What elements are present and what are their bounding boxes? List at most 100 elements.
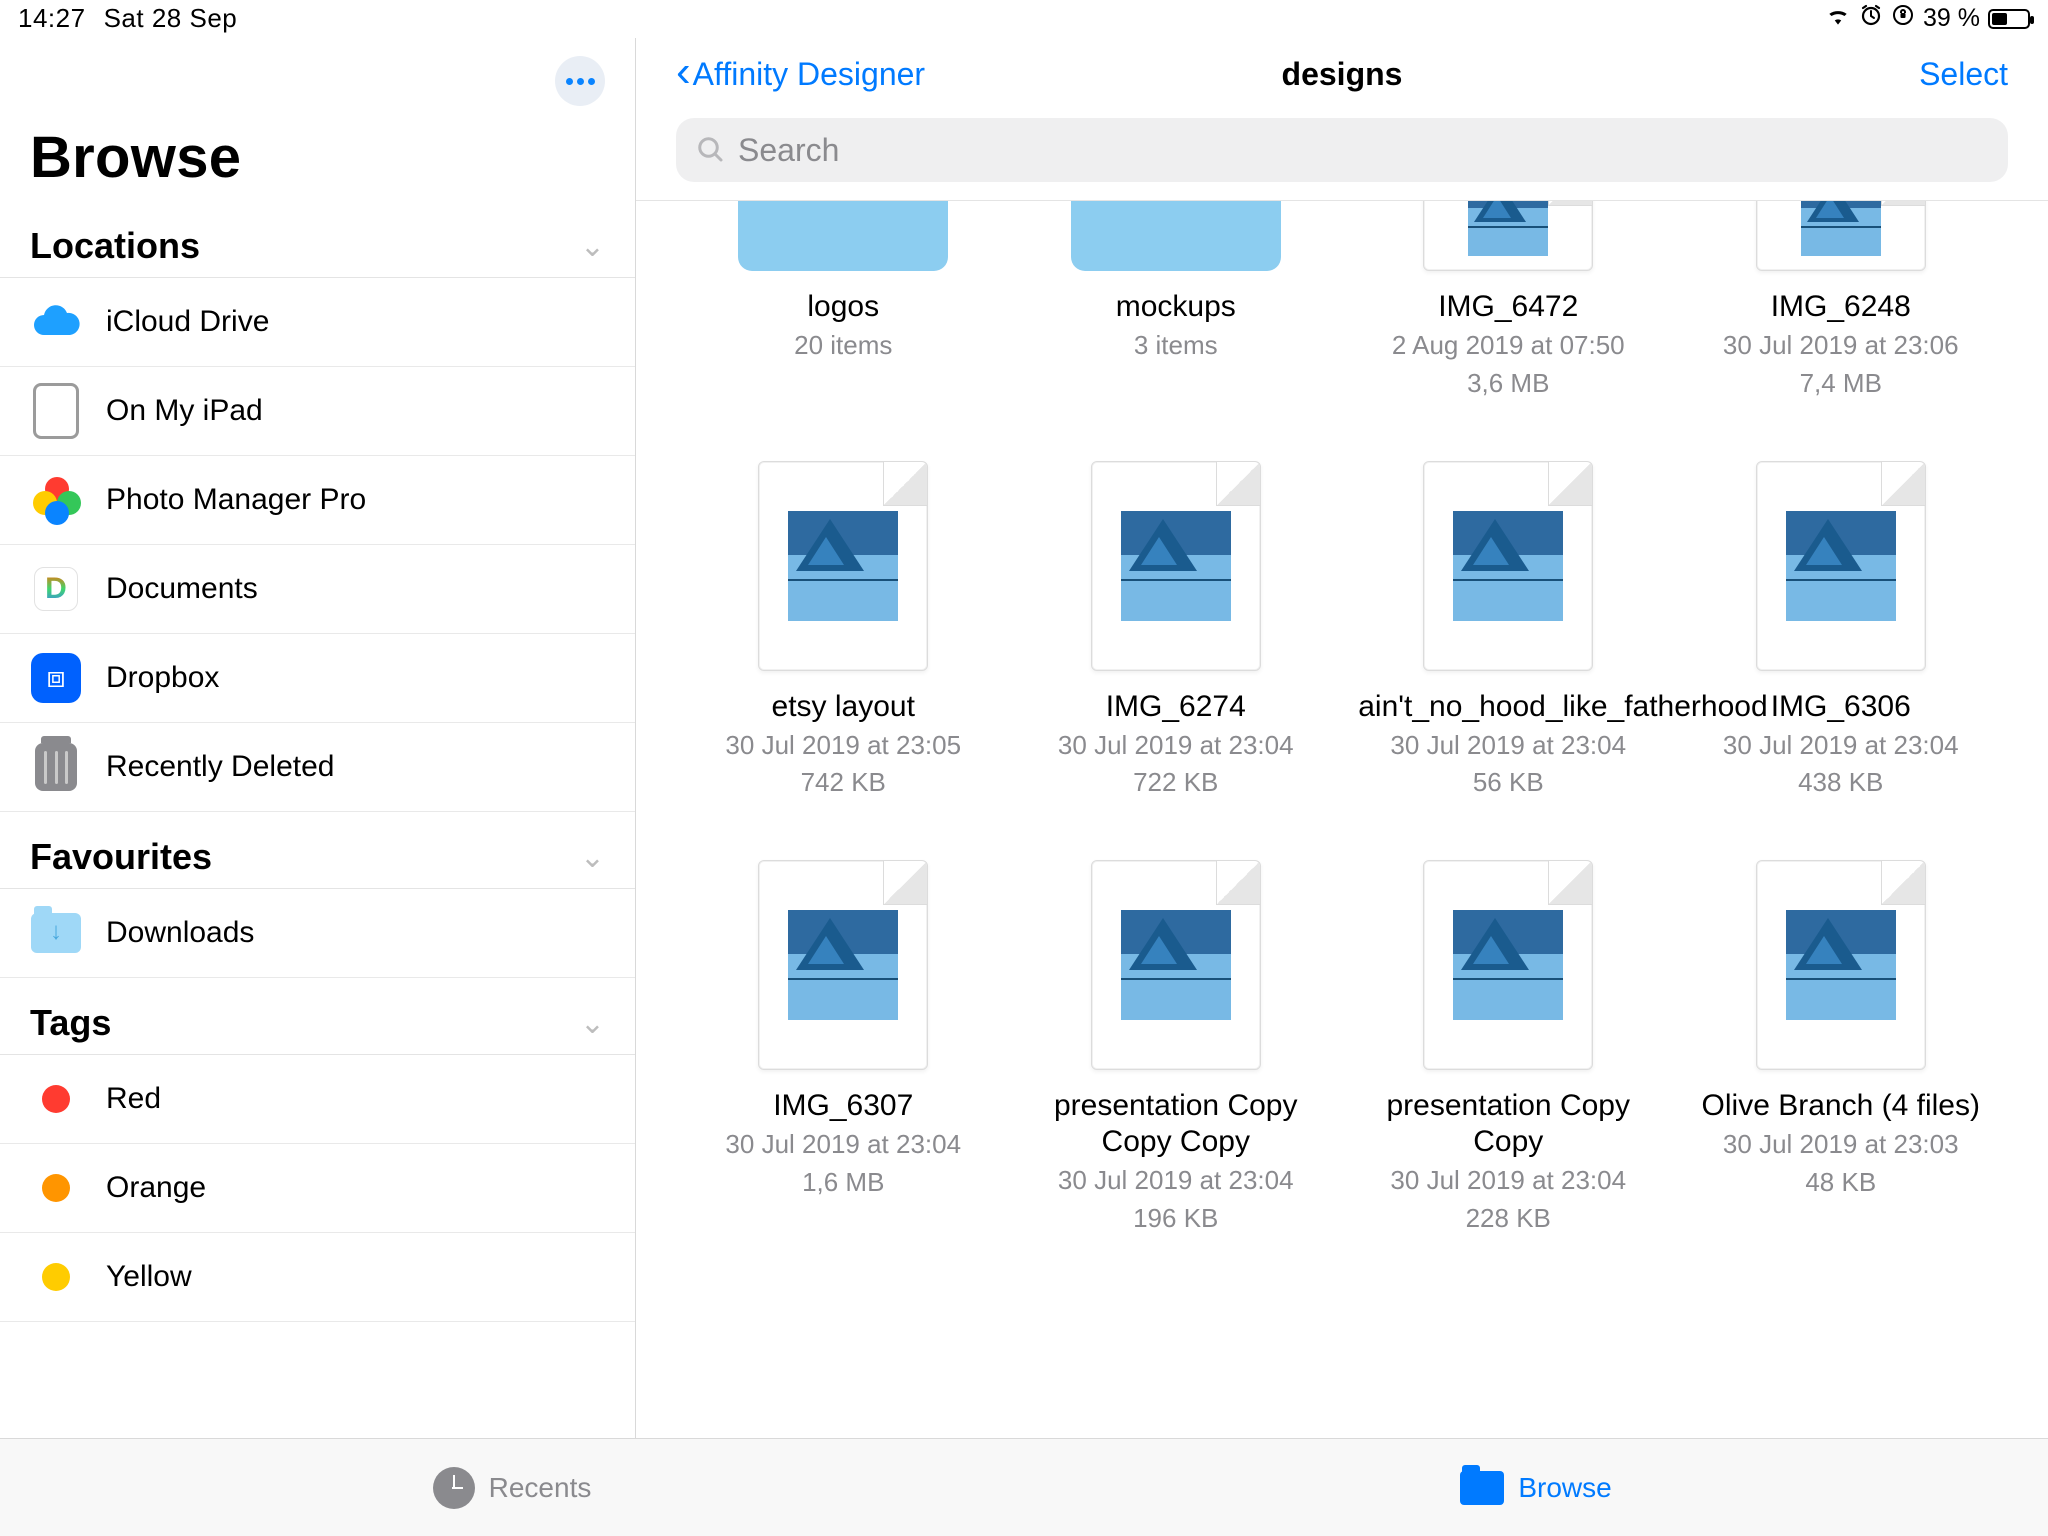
sidebar-item[interactable]: Recently Deleted [0,723,635,812]
file-name: presentation Copy Copy [1358,1088,1658,1160]
file-meta-date: 30 Jul 2019 at 23:04 [1390,1164,1626,1198]
affinity-logo-icon [1121,511,1231,621]
file-meta-date: 2 Aug 2019 at 07:50 [1392,329,1625,363]
file-meta-date: 30 Jul 2019 at 23:04 [1723,729,1959,763]
document-thumb-icon [758,461,928,671]
folder-thumb-icon [1071,201,1281,271]
file-name: etsy layout [772,689,915,725]
tab-browse[interactable]: Browse [1024,1439,2048,1536]
file-item[interactable]: IMG_6472 2 Aug 2019 at 07:50 3,6 MB [1351,201,1666,401]
document-thumb-icon [1756,860,1926,1070]
search-icon [696,135,726,165]
folder-title: designs [1282,56,1403,93]
affinity-logo-icon [1786,511,1896,621]
file-meta-date: 30 Jul 2019 at 23:04 [1390,729,1626,763]
file-item[interactable]: IMG_630630 Jul 2019 at 23:04438 KB [1684,461,1999,801]
status-indicators: 39 % [1825,3,2030,34]
sidebar-item-label: iCloud Drive [106,305,605,339]
document-thumb-icon [1423,461,1593,671]
document-thumb-icon [1091,461,1261,671]
battery-icon [1988,9,2030,29]
file-item[interactable]: presentation Copy Copy Copy 30 Jul 2019 a… [1019,860,1334,1236]
tab-recents[interactable]: Recents [0,1439,1024,1536]
sidebar-title: Browse [0,116,635,221]
file-name: IMG_6472 [1438,289,1578,325]
sidebar-item[interactable]: Photo Manager Pro [0,456,635,545]
affinity-logo-icon [1801,201,1881,256]
status-time: 14:27 [18,3,86,34]
affinity-logo-icon [1786,910,1896,1020]
search-placeholder: Search [738,132,839,169]
tags-header[interactable]: Tags ⌄ [0,998,635,1055]
content-area: ‹ Affinity Designer designs Select Searc… [636,38,2048,1438]
sidebar-item[interactable]: iCloud Drive [0,278,635,367]
alarm-icon [1859,3,1883,34]
sidebar-item-label: Downloads [106,916,605,950]
nav-bar: ‹ Affinity Designer designs Select [636,38,2048,110]
sidebar-item[interactable]: Yellow [0,1233,635,1322]
favourites-header[interactable]: Favourites ⌄ [0,832,635,889]
locations-list: iCloud Drive On My iPad Photo Manager Pro D… [0,278,635,812]
sidebar-item[interactable]: Red [0,1055,635,1144]
file-item[interactable]: ain't_no_hood_like_fatherhood30 Jul 2019… [1351,461,1666,801]
sidebar-item[interactable]: Orange [0,1144,635,1233]
sidebar-item[interactable]: Downloads [0,889,635,978]
tag-dot-icon [30,1162,82,1214]
file-name: logos [807,289,879,325]
file-item[interactable]: IMG_627430 Jul 2019 at 23:04722 KB [1019,461,1334,801]
file-meta-size: 228 KB [1466,1202,1551,1236]
sidebar-item[interactable]: On My iPad [0,367,635,456]
location-icon: D [30,563,82,615]
sidebar-item[interactable]: DDocuments [0,545,635,634]
affinity-logo-icon [788,511,898,621]
more-button[interactable] [555,56,605,106]
wifi-icon [1825,4,1851,33]
locations-header[interactable]: Locations ⌄ [0,221,635,278]
chevron-down-icon: ⌄ [580,229,605,264]
sidebar-item[interactable]: ⧈Dropbox [0,634,635,723]
file-name: IMG_6274 [1106,689,1246,725]
tag-dot-icon [30,1251,82,1303]
search-input[interactable]: Search [676,118,2008,182]
file-name: presentation Copy Copy Copy [1026,1088,1326,1160]
document-thumb-icon [1756,461,1926,671]
back-button[interactable]: ‹ Affinity Designer [676,55,925,94]
file-name: Olive Branch (4 files) [1702,1088,1980,1124]
sidebar-item-label: Photo Manager Pro [106,483,605,517]
sidebar: Browse Locations ⌄ iCloud Drive On My iPa… [0,38,636,1438]
bottom-tab-bar: Recents Browse [0,1438,2048,1536]
file-name: IMG_6307 [773,1088,913,1124]
file-item[interactable]: IMG_624830 Jul 2019 at 23:067,4 MB [1684,201,1999,401]
sidebar-item-label: Yellow [106,1260,605,1294]
sidebar-item-label: Dropbox [106,661,605,695]
file-name: mockups [1116,289,1236,325]
location-icon [30,296,82,348]
file-item[interactable]: logos20 items [686,201,1001,401]
file-meta-size: 1,6 MB [802,1166,884,1200]
file-item[interactable]: Olive Branch (4 files)30 Jul 2019 at 23:… [1684,860,1999,1236]
file-item[interactable]: mockups 3 items [1019,201,1334,401]
affinity-logo-icon [1453,511,1563,621]
orientation-lock-icon [1891,3,1915,34]
sidebar-item-label: Recently Deleted [106,750,605,784]
tag-dot-icon [30,1073,82,1125]
sidebar-item-label: On My iPad [106,394,605,428]
folder-icon [1460,1471,1504,1505]
chevron-down-icon: ⌄ [580,1006,605,1041]
file-item[interactable]: presentation Copy Copy 30 Jul 2019 at 23:… [1351,860,1666,1236]
file-meta-date: 3 items [1134,329,1218,363]
file-meta-size: 56 KB [1473,766,1544,800]
affinity-logo-icon [1453,910,1563,1020]
downloads-folder-icon [30,907,82,959]
affinity-logo-icon [1121,910,1231,1020]
file-meta-date: 30 Jul 2019 at 23:04 [1058,1164,1294,1198]
file-meta-size: 196 KB [1133,1202,1218,1236]
file-item[interactable]: IMG_630730 Jul 2019 at 23:041,6 MB [686,860,1001,1236]
select-button[interactable]: Select [1919,56,2008,93]
file-meta-date: 30 Jul 2019 at 23:04 [1058,729,1294,763]
sidebar-item-label: Orange [106,1171,605,1205]
document-thumb-icon [758,860,928,1070]
file-name: IMG_6306 [1771,689,1911,725]
file-meta-size: 3,6 MB [1467,367,1549,401]
file-item[interactable]: etsy layout30 Jul 2019 at 23:05742 KB [686,461,1001,801]
